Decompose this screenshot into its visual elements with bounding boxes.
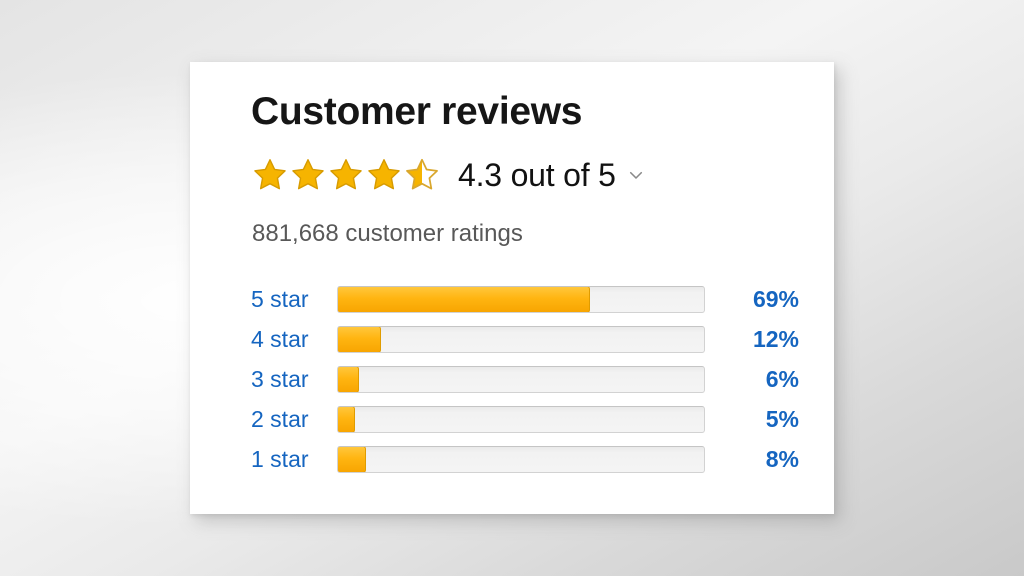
customer-reviews-card: Customer reviews 4.3 out of 5 881,668 cu… (190, 62, 834, 514)
star-half-icon (406, 158, 438, 190)
chevron-down-icon[interactable] (627, 166, 645, 184)
average-rating-text: 4.3 out of 5 (458, 156, 616, 193)
rating-bar-track-1[interactable] (337, 445, 705, 473)
rating-percent-4[interactable]: 12% (719, 326, 799, 353)
ratings-count: 881,668 customer ratings (252, 220, 523, 247)
star-filter-link-3[interactable]: 3 star (251, 366, 337, 393)
rating-percent-5[interactable]: 69% (719, 286, 799, 313)
rating-bar-track-4[interactable] (337, 325, 705, 353)
card-content: Customer reviews 4.3 out of 5 881,668 cu… (251, 62, 834, 514)
star-filter-link-1[interactable]: 1 star (251, 446, 337, 473)
rating-bar-fill-2 (338, 406, 356, 432)
overall-rating-row[interactable]: 4.3 out of 5 (251, 155, 645, 195)
rating-histogram: 5 star 69% 4 star 12% 3 star 6% 2 star 5… (251, 285, 799, 473)
rating-bar-fill-5 (338, 286, 590, 312)
histogram-row-3-star[interactable]: 3 star 6% (251, 365, 799, 393)
rating-bar-fill-4 (338, 326, 381, 352)
rating-percent-1[interactable]: 8% (719, 446, 799, 473)
histogram-row-1-star[interactable]: 1 star 8% (251, 445, 799, 473)
rating-bar-fill-3 (338, 366, 359, 392)
star-rating-icon (251, 156, 441, 194)
star-filter-link-4[interactable]: 4 star (251, 326, 337, 353)
rating-bar-fill-1 (338, 446, 367, 472)
rating-bar-track-5[interactable] (337, 285, 705, 313)
star-full-icon (330, 159, 362, 190)
rating-percent-3[interactable]: 6% (719, 366, 799, 393)
histogram-row-4-star[interactable]: 4 star 12% (251, 325, 799, 353)
rating-bar-track-3[interactable] (337, 365, 705, 393)
page-title: Customer reviews (251, 90, 583, 133)
histogram-row-5-star[interactable]: 5 star 69% (251, 285, 799, 313)
star-full-icon (368, 159, 400, 190)
rating-percent-2[interactable]: 5% (719, 406, 799, 433)
star-filter-link-2[interactable]: 2 star (251, 406, 337, 433)
star-full-icon (254, 159, 286, 190)
histogram-row-2-star[interactable]: 2 star 5% (251, 405, 799, 433)
rating-bar-track-2[interactable] (337, 405, 705, 433)
star-filter-link-5[interactable]: 5 star (251, 286, 337, 313)
star-full-icon (292, 159, 324, 190)
